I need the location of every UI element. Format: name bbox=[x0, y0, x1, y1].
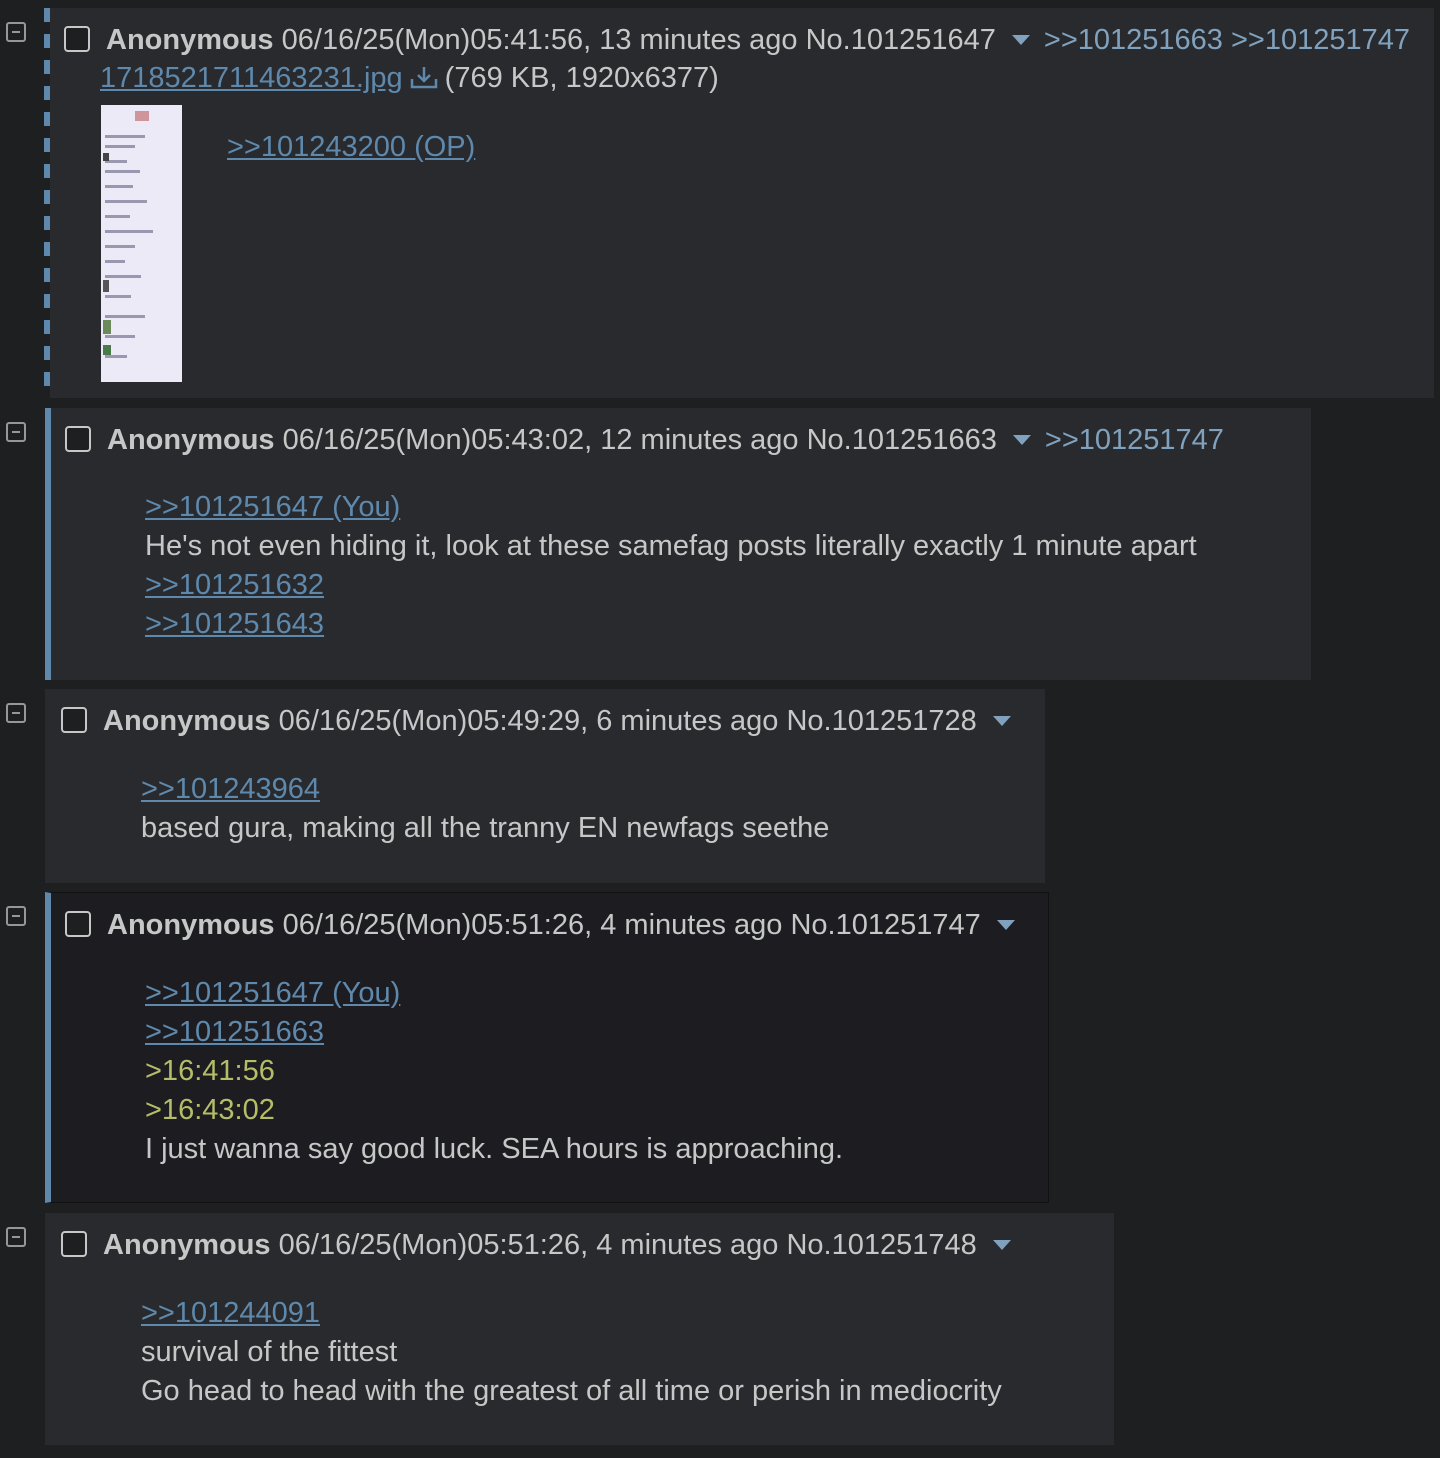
quote-link[interactable]: >>101243200 (OP) bbox=[227, 128, 475, 167]
post-select-checkbox[interactable] bbox=[61, 1231, 87, 1257]
post-datetime: 06/16/25(Mon)05:51:26, 4 minutes ago bbox=[282, 909, 783, 941]
post-number[interactable]: No.101251748 bbox=[786, 1229, 976, 1261]
post-text-line: He's not even hiding it, look at these s… bbox=[145, 530, 1197, 562]
post-text-line: Go head to head with the greatest of all… bbox=[141, 1375, 1002, 1407]
post-text-line: based gura, making all the tranny EN new… bbox=[141, 812, 830, 844]
poster-name: Anonymous bbox=[106, 24, 274, 56]
post-number[interactable]: No.101251747 bbox=[790, 909, 980, 941]
post-select-checkbox[interactable] bbox=[64, 26, 90, 52]
post-menu-arrow-icon[interactable] bbox=[996, 920, 1015, 930]
hide-post-button[interactable] bbox=[6, 703, 26, 723]
greentext-line: >16:43:02 bbox=[145, 1094, 275, 1126]
post-select-checkbox[interactable] bbox=[65, 911, 91, 937]
post-header: Anonymous 06/16/25(Mon)05:51:26, 4 minut… bbox=[61, 1227, 1025, 1263]
hide-post-button[interactable] bbox=[6, 22, 26, 42]
post-text-line: I just wanna say good luck. SEA hours is… bbox=[145, 1133, 844, 1165]
post-header: Anonymous 06/16/25(Mon)05:51:26, 4 minut… bbox=[65, 907, 1029, 943]
quote-link[interactable]: >>101251632 bbox=[145, 566, 1197, 605]
post-number[interactable]: No.101251647 bbox=[806, 24, 996, 56]
quote-link[interactable]: >>101244091 bbox=[141, 1294, 1002, 1333]
download-icon[interactable] bbox=[409, 64, 439, 100]
hide-post-button[interactable] bbox=[6, 422, 26, 442]
post-datetime: 06/16/25(Mon)05:49:29, 6 minutes ago bbox=[278, 705, 779, 737]
post-select-checkbox[interactable] bbox=[65, 426, 91, 452]
quote-link[interactable]: >>101243964 bbox=[141, 770, 829, 809]
post-number[interactable]: No.101251728 bbox=[786, 705, 976, 737]
hide-post-button[interactable] bbox=[6, 1227, 26, 1247]
poster-name: Anonymous bbox=[107, 909, 275, 941]
post-datetime: 06/16/25(Mon)05:51:26, 4 minutes ago bbox=[278, 1229, 779, 1261]
file-thumbnail[interactable] bbox=[101, 105, 182, 382]
post-number[interactable]: No.101251663 bbox=[807, 424, 997, 456]
post-body: >>101243964 based gura, making all the t… bbox=[141, 770, 829, 848]
post-datetime: 06/16/25(Mon)05:41:56, 13 minutes ago bbox=[281, 24, 798, 56]
backlink[interactable]: >>101251747 bbox=[1045, 424, 1224, 456]
post: Anonymous 06/16/25(Mon)05:49:29, 6 minut… bbox=[45, 689, 1045, 883]
poster-name: Anonymous bbox=[103, 705, 271, 737]
post-header: Anonymous 06/16/25(Mon)05:41:56, 13 minu… bbox=[64, 22, 1410, 58]
greentext-line: >16:41:56 bbox=[145, 1055, 275, 1087]
post-header: Anonymous 06/16/25(Mon)05:43:02, 12 minu… bbox=[65, 422, 1224, 458]
file-name-link[interactable]: 1718521711463231.jpg bbox=[100, 62, 403, 94]
hide-post-button[interactable] bbox=[6, 906, 26, 926]
post-header: Anonymous 06/16/25(Mon)05:49:29, 6 minut… bbox=[61, 703, 1025, 739]
poster-name: Anonymous bbox=[103, 1229, 271, 1261]
quote-link[interactable]: >>101251663 bbox=[145, 1013, 843, 1052]
post-body: >>101243200 (OP) bbox=[227, 128, 475, 167]
post-menu-arrow-icon[interactable] bbox=[992, 716, 1011, 726]
post-menu-arrow-icon[interactable] bbox=[992, 1240, 1011, 1250]
file-info: 1718521711463231.jpg (769 KB, 1920x6377) bbox=[100, 60, 719, 100]
post-body: >>101244091 survival of the fittest Go h… bbox=[141, 1294, 1002, 1411]
post: Anonymous 06/16/25(Mon)05:51:26, 4 minut… bbox=[45, 1213, 1114, 1445]
quote-link[interactable]: >>101251647 (You) bbox=[145, 488, 1197, 527]
post-body: >>101251647 (You) He's not even hiding i… bbox=[145, 488, 1197, 644]
backlink[interactable]: >>101251663 bbox=[1044, 24, 1223, 56]
quote-link[interactable]: >>101251647 (You) bbox=[145, 974, 843, 1013]
post: Anonymous 06/16/25(Mon)05:51:26, 4 minut… bbox=[45, 892, 1049, 1203]
post-menu-arrow-icon[interactable] bbox=[1011, 35, 1030, 45]
post-select-checkbox[interactable] bbox=[61, 707, 87, 733]
post-body: >>101251647 (You) >>101251663 >16:41:56 … bbox=[145, 974, 843, 1169]
post-datetime: 06/16/25(Mon)05:43:02, 12 minutes ago bbox=[282, 424, 799, 456]
poster-name: Anonymous bbox=[107, 424, 275, 456]
post: Anonymous 06/16/25(Mon)05:43:02, 12 minu… bbox=[45, 408, 1311, 680]
backlink[interactable]: >>101251747 bbox=[1231, 24, 1410, 56]
quote-link[interactable]: >>101251643 bbox=[145, 605, 1197, 644]
post-text-line: survival of the fittest bbox=[141, 1336, 398, 1368]
file-size-dimensions: (769 KB, 1920x6377) bbox=[444, 62, 719, 94]
post-menu-arrow-icon[interactable] bbox=[1012, 435, 1031, 445]
